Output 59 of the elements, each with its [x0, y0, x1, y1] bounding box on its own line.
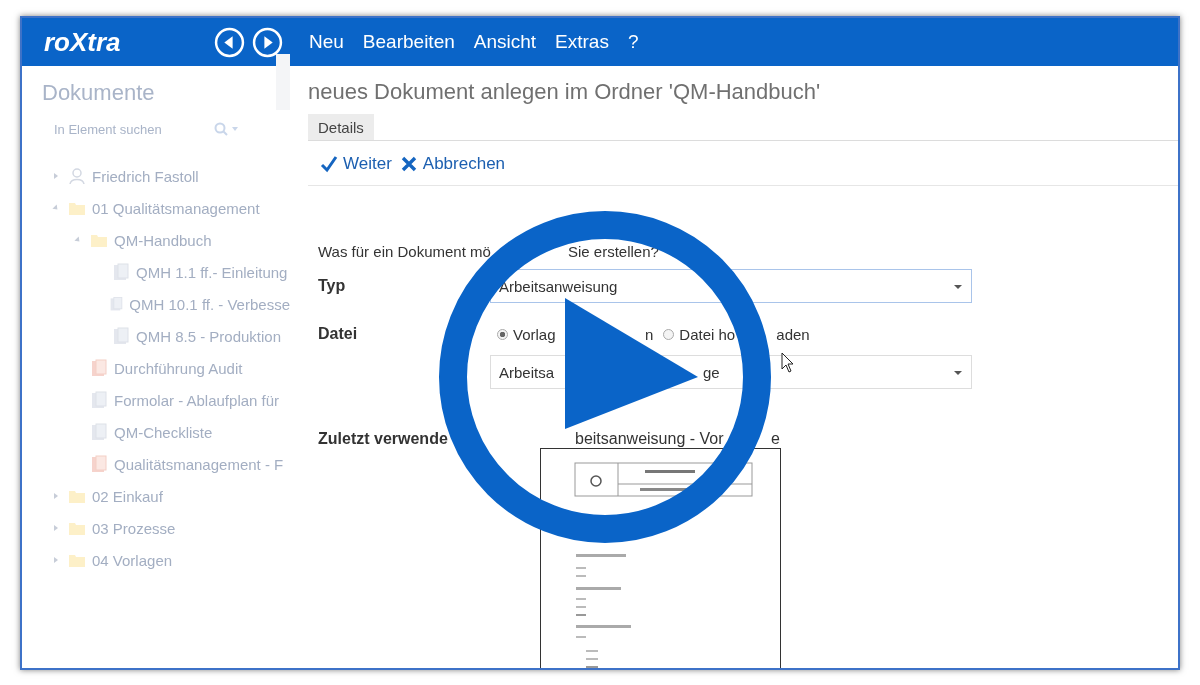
menu-item[interactable]: Extras: [555, 31, 609, 53]
back-icon[interactable]: [214, 26, 245, 58]
radio-button[interactable]: [663, 328, 675, 340]
radio-label: n: [645, 325, 654, 343]
user-icon: [68, 167, 86, 185]
document-icon: [112, 327, 130, 345]
document-icon: [90, 391, 108, 409]
page-title: neues Dokument anlegen im Ordner 'QM-Handbuch': [308, 79, 822, 105]
tree-item[interactable]: QMH 10.1 ff. - Verbesse: [22, 288, 290, 320]
radio-button[interactable]: [497, 328, 508, 340]
app-logo: roXtra: [44, 26, 122, 58]
document-icon: [90, 423, 108, 441]
tree-item[interactable]: QM-Checkliste: [22, 416, 290, 448]
menu-item[interactable]: Neu: [309, 31, 344, 53]
tree-item[interactable]: 03 Prozesse: [22, 512, 290, 544]
menu-item[interactable]: Ansicht: [473, 31, 537, 53]
expand-caret-icon[interactable]: [52, 556, 60, 564]
collapse-handle[interactable]: [276, 54, 290, 110]
radio-label: aden: [776, 325, 810, 343]
question-text: Was für ein Dokument mö: [318, 243, 492, 260]
template-title: e: [771, 430, 780, 448]
tree-item[interactable]: QMH 8.5 - Produktion: [22, 320, 290, 352]
tree-item[interactable]: Durchführung Audit: [22, 352, 290, 384]
radio-label: Vorlag: [513, 325, 557, 343]
expand-caret-icon[interactable]: [52, 492, 60, 500]
menu-item[interactable]: Bearbeiten: [362, 31, 455, 53]
document-icon: [112, 263, 130, 281]
document-icon: [108, 295, 124, 313]
expand-caret-icon[interactable]: [52, 524, 60, 532]
menu-item[interactable]: ?: [627, 31, 639, 53]
caret-icon: [953, 370, 963, 376]
cancel-link[interactable]: Abbrechen: [399, 154, 506, 174]
field-label: Typ: [318, 277, 347, 295]
radio-label: Datei ho: [679, 325, 737, 343]
tree-item[interactable]: Friedrich Fastoll: [22, 160, 290, 192]
tree-item[interactable]: QMH 1.1 ff.- Einleitung: [22, 256, 290, 288]
search-icon: [214, 122, 240, 136]
check-icon: [320, 155, 338, 173]
tree-item[interactable]: 02 Einkauf: [22, 480, 290, 512]
field-label: Datei: [318, 325, 359, 343]
expand-caret-icon[interactable]: [52, 172, 60, 180]
forward-icon[interactable]: [252, 26, 283, 58]
caret-icon: [953, 284, 963, 290]
continue-link[interactable]: Weiter: [320, 154, 392, 174]
details-tab[interactable]: Details: [308, 114, 374, 140]
question-text: Sie erstellen?: [568, 243, 659, 260]
tree-item[interactable]: 04 Vorlagen: [22, 544, 290, 576]
type-dropdown[interactable]: Arbeitsanweisung: [490, 269, 972, 303]
tree-item[interactable]: Formolar - Ablaufplan für: [22, 384, 290, 416]
sidebar-title: Dokumente: [42, 80, 156, 106]
field-label: Zuletzt verwende: [318, 430, 449, 448]
template-title: beitsanweisung - Vor: [575, 430, 725, 448]
tree-item[interactable]: QM-Handbuch: [22, 224, 290, 256]
mouse-cursor-icon: [781, 352, 795, 374]
document-icon: [90, 359, 108, 377]
tree-item[interactable]: 01 Qualitätsmanagement: [22, 192, 290, 224]
close-icon: [399, 155, 418, 173]
document-icon: [90, 455, 108, 473]
tree-item[interactable]: Qualitätsmanagement - F: [22, 448, 290, 480]
